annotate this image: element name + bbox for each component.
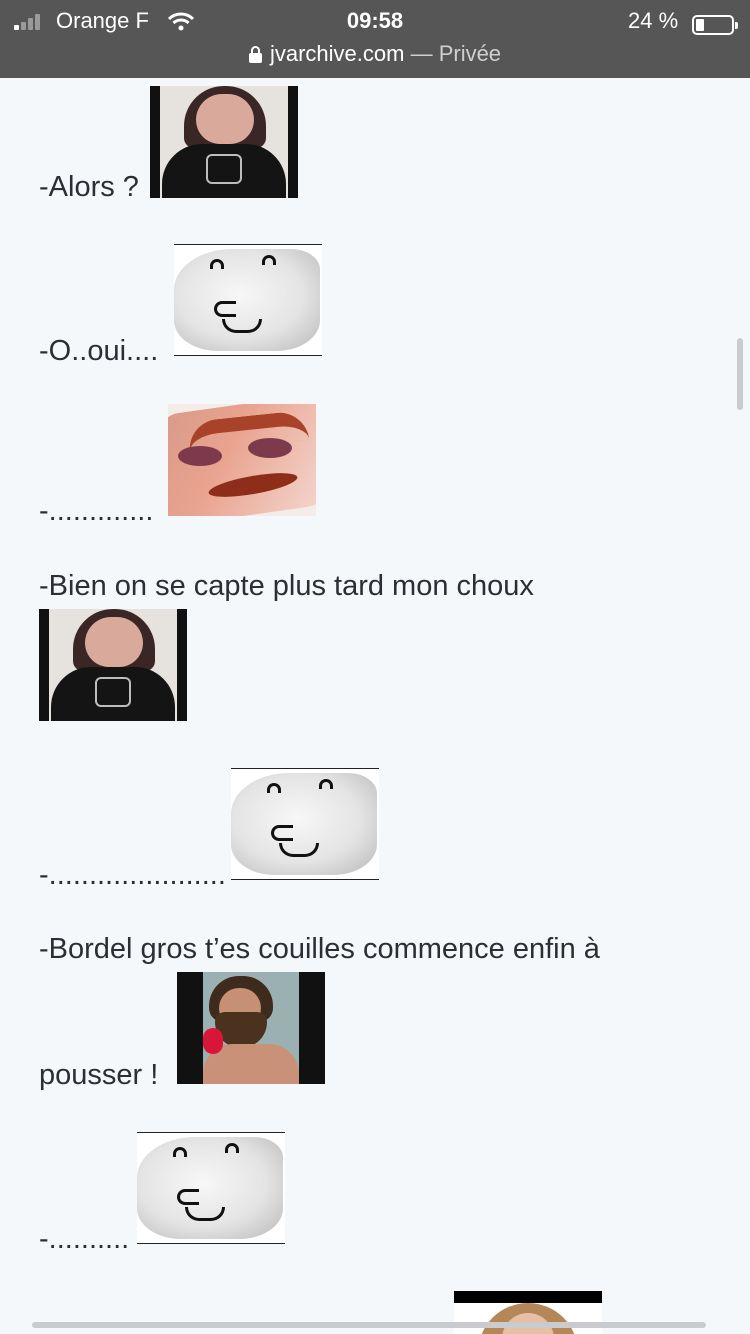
vertical-scrollbar[interactable]: [737, 338, 743, 410]
status-bar: Orange F 09:58 24 %: [0, 6, 750, 36]
sticker-man-black-shirt: [150, 86, 298, 198]
post-content: -Alors ? -O..oui.... -............. -Bie…: [0, 78, 750, 1334]
sticker-angry-closeup-face: [168, 404, 316, 516]
url-separator: —: [410, 41, 433, 66]
sticker-white-blob-face: [231, 768, 379, 880]
post-line: pousser !: [39, 1059, 159, 1091]
address-bar[interactable]: jvarchive.com — Privée: [0, 40, 750, 68]
battery-percent: 24 %: [628, 8, 679, 33]
post-line: -..........: [39, 1223, 130, 1255]
sticker-white-blob-face: [174, 244, 322, 356]
sticker-bearded-man: [177, 972, 325, 1084]
battery-icon: [692, 15, 738, 35]
horizontal-scrollbar[interactable]: [32, 1322, 706, 1328]
battery-level: [696, 19, 704, 31]
browser-top-bar: Orange F 09:58 24 % jvarchive.com — Priv…: [0, 0, 750, 78]
private-mode-label: Privée: [438, 41, 502, 66]
post-line: -Alors ?: [39, 171, 139, 203]
post-line: -Bordel gros t’es couilles commence enfi…: [39, 933, 600, 965]
sticker-man-black-shirt: [39, 609, 187, 721]
post-line: -.............: [39, 495, 154, 527]
post-line: -O..oui....: [39, 335, 159, 367]
lock-icon: [248, 46, 262, 63]
url-domain: jvarchive.com: [269, 41, 405, 66]
post-line: -......................: [39, 859, 226, 891]
sticker-white-blob-face: [137, 1132, 285, 1244]
post-line: -Bien on se capte plus tard mon choux: [39, 570, 534, 602]
